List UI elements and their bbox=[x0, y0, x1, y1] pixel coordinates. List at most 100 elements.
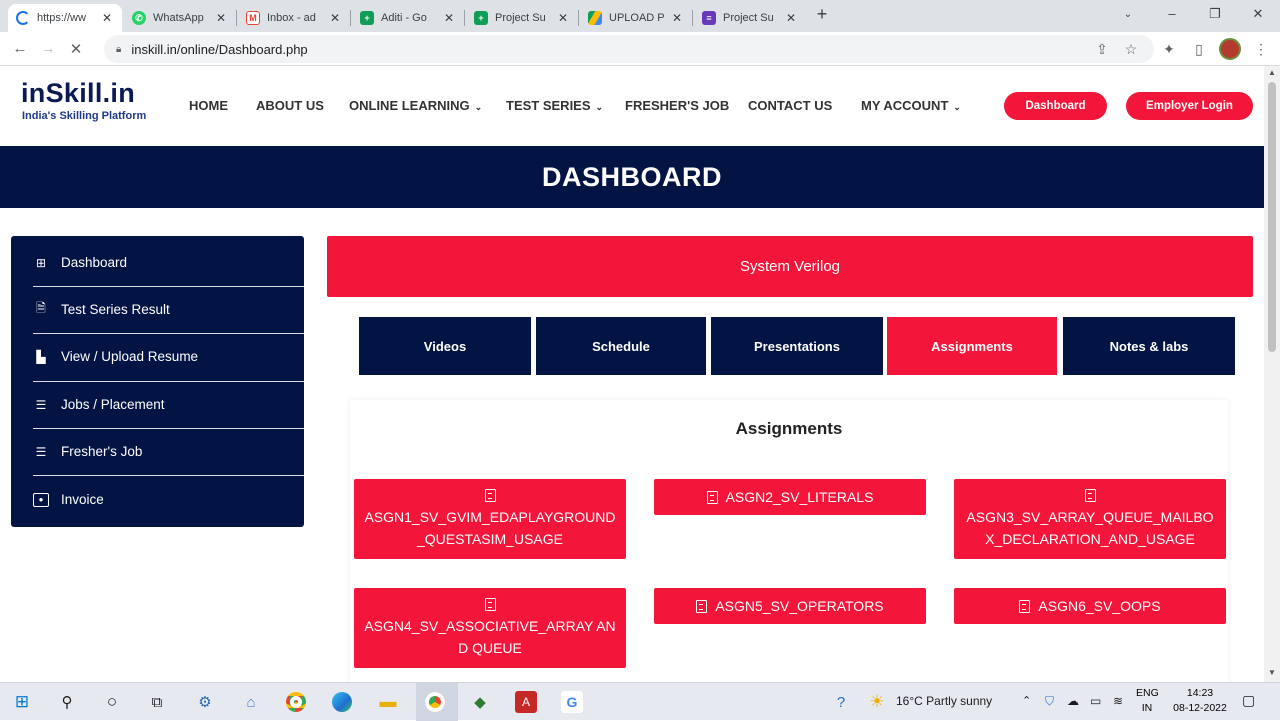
sidebar-item-invoice[interactable]: ● Invoice bbox=[11, 476, 304, 523]
scroll-up-icon[interactable]: ▲ bbox=[1266, 68, 1278, 77]
browser-tab-label: https://ww bbox=[37, 12, 86, 24]
employer-login-button[interactable]: Employer Login bbox=[1126, 92, 1253, 120]
nav-freshers-job[interactable]: FRESHER'S JOB bbox=[625, 98, 729, 113]
assignment-button[interactable]: ASGN3_SV_ARRAY_QUEUE_MAILBOX_DECLARATION… bbox=[954, 479, 1226, 559]
assignment-button[interactable]: ASGN6_SV_OOPS bbox=[954, 588, 1226, 624]
browser-tab[interactable]: + Project Su ✕ bbox=[466, 4, 578, 32]
browser-tab[interactable]: https://ww ✕ bbox=[8, 4, 122, 32]
sidebar-item-test-series-result[interactable]: 🗎︎ Test Series Result bbox=[11, 286, 304, 333]
nav-my-account[interactable]: MY ACCOUNT ⌄ bbox=[861, 98, 961, 113]
close-icon[interactable]: ✕ bbox=[214, 11, 228, 25]
scroll-down-icon[interactable]: ▼ bbox=[1266, 668, 1278, 677]
nav-contact-us[interactable]: CONTACT US bbox=[748, 98, 832, 113]
assignment-label: ASGN2_SV_LITERALS bbox=[725, 489, 874, 505]
assignment-button[interactable]: ASGN1_SV_GVIM_EDAPLAYGROUND_QUESTASIM_US… bbox=[354, 479, 626, 559]
sidebar-item-label: View / Upload Resume bbox=[61, 349, 199, 364]
file-icon bbox=[706, 490, 718, 504]
browser-tab[interactable]: UPLOAD P ✕ bbox=[580, 4, 692, 32]
clock[interactable]: 14:23 08-12-2022 bbox=[1170, 686, 1230, 716]
forward-arrow-icon[interactable]: → bbox=[38, 40, 58, 57]
gvim-icon[interactable]: ◆ bbox=[469, 691, 491, 713]
home-icon[interactable]: ⌂ bbox=[240, 691, 262, 713]
minimize-icon[interactable]: – bbox=[1162, 6, 1182, 21]
course-tabs: Videos Schedule Presentations Assignment… bbox=[359, 317, 1235, 375]
browser-tab[interactable]: ✆ WhatsApp ✕ bbox=[124, 4, 236, 32]
forms-icon: ≡ bbox=[702, 11, 716, 25]
close-icon[interactable]: ✕ bbox=[556, 11, 570, 25]
nav-about-us[interactable]: ABOUT US bbox=[256, 98, 324, 113]
app-icon[interactable]: ⚙ bbox=[194, 691, 216, 713]
weather-text[interactable]: 16°C Partly sunny bbox=[896, 694, 992, 708]
new-tab-button[interactable]: + bbox=[812, 4, 832, 25]
profile-avatar[interactable] bbox=[1219, 38, 1241, 60]
url-text: inskill.in/online/Dashboard.php bbox=[131, 41, 308, 57]
search-icon[interactable]: ⚲ bbox=[56, 691, 78, 713]
share-icon[interactable]: ⇪ bbox=[1093, 41, 1111, 58]
file-explorer-icon[interactable]: ▬ bbox=[377, 691, 399, 713]
sidebar-item-freshers-job[interactable]: ☰ Fresher's Job bbox=[11, 428, 304, 475]
tab-assignments[interactable]: Assignments bbox=[887, 317, 1057, 375]
address-bar[interactable]: 🔒︎ inskill.in/online/Dashboard.php bbox=[104, 35, 1154, 63]
chrome-active-icon[interactable] bbox=[424, 691, 446, 713]
logo-name: inSkill.in bbox=[21, 78, 136, 108]
nav-home[interactable]: HOME bbox=[189, 98, 228, 113]
tab-schedule[interactable]: Schedule bbox=[536, 317, 706, 375]
nav-online-learning[interactable]: ONLINE LEARNING ⌄ bbox=[349, 98, 482, 113]
help-icon[interactable]: ? bbox=[830, 691, 852, 713]
tab-search-chevron-icon[interactable]: ⌄ bbox=[1118, 9, 1138, 20]
browser-tab-label: UPLOAD P bbox=[609, 12, 665, 24]
close-icon[interactable]: ✕ bbox=[100, 11, 114, 25]
google-app-icon[interactable]: G bbox=[561, 691, 583, 713]
browser-tab[interactable]: ≡ Project Su ✕ bbox=[694, 4, 806, 32]
browser-tab[interactable]: + Aditi - Go ✕ bbox=[352, 4, 464, 32]
acrobat-icon[interactable]: A bbox=[515, 691, 537, 713]
tab-notes-labs[interactable]: Notes & labs bbox=[1063, 317, 1235, 375]
extensions-puzzle-icon[interactable]: ✦ bbox=[1160, 41, 1178, 58]
chrome-icon[interactable] bbox=[285, 691, 307, 713]
file-icon: ▙ bbox=[36, 349, 46, 364]
list-icon: ☰ bbox=[35, 397, 47, 412]
language-indicator[interactable]: ENG IN bbox=[1136, 686, 1159, 716]
windows-start-icon[interactable]: ⊞ bbox=[11, 691, 33, 713]
edge-icon[interactable] bbox=[331, 691, 353, 713]
course-title-bar: System Verilog bbox=[327, 236, 1253, 297]
scrollbar-thumb[interactable] bbox=[1268, 82, 1276, 352]
assignment-button[interactable]: ASGN4_SV_ASSOCIATIVE_ARRAY AND QUEUE bbox=[354, 588, 626, 668]
battery-icon[interactable]: ▭ bbox=[1090, 694, 1101, 708]
close-icon[interactable]: ✕ bbox=[670, 11, 684, 25]
tray-chevron-up-icon[interactable]: ⌃ bbox=[1022, 694, 1031, 707]
security-shield-icon[interactable]: ⛉ bbox=[1045, 694, 1054, 709]
bookmark-star-icon[interactable]: ☆ bbox=[1122, 41, 1140, 58]
cortana-icon[interactable]: ○ bbox=[101, 691, 123, 713]
restore-icon[interactable]: ❐ bbox=[1205, 6, 1225, 22]
site-header: inSkill.in India's Skilling Platform HOM… bbox=[0, 66, 1264, 146]
cloud-icon[interactable]: ☁ bbox=[1067, 694, 1079, 708]
dashboard-button[interactable]: Dashboard bbox=[1004, 92, 1107, 120]
assignment-button[interactable]: ASGN5_SV_OPERATORS bbox=[654, 588, 926, 624]
sidebar-item-dashboard[interactable]: ⊞ Dashboard bbox=[11, 239, 304, 286]
assignment-button[interactable]: ASGN2_SV_LITERALS bbox=[654, 479, 926, 515]
nav-test-series[interactable]: TEST SERIES ⌄ bbox=[506, 98, 603, 113]
site-logo[interactable]: inSkill.in India's Skilling Platform bbox=[21, 78, 146, 122]
close-icon[interactable]: ✕ bbox=[328, 11, 342, 25]
close-icon[interactable]: ✕ bbox=[442, 11, 456, 25]
sidebar-item-view-upload-resume[interactable]: ▙ View / Upload Resume bbox=[11, 333, 304, 380]
tab-presentations[interactable]: Presentations bbox=[711, 317, 883, 375]
windows-taskbar: ⊞ ⚲ ○ ⧉ ⚙ ⌂ ▬ ◆ A G ? ☀ 16°C Partly sunn… bbox=[0, 682, 1280, 721]
side-panel-icon[interactable]: ▯ bbox=[1190, 41, 1208, 58]
gmail-icon: M bbox=[246, 11, 260, 25]
notifications-icon[interactable]: ▢ bbox=[1242, 692, 1255, 709]
browser-tab[interactable]: M Inbox - ad ✕ bbox=[238, 4, 350, 32]
sidebar-item-label: Jobs / Placement bbox=[61, 397, 165, 412]
tab-videos[interactable]: Videos bbox=[359, 317, 531, 375]
task-view-icon[interactable]: ⧉ bbox=[146, 691, 168, 713]
wifi-icon[interactable]: ≋ bbox=[1113, 694, 1123, 708]
assignments-panel: Assignments ASGN1_SV_GVIM_EDAPLAYGROUND_… bbox=[350, 400, 1228, 690]
back-arrow-icon[interactable]: ← bbox=[10, 40, 30, 57]
stop-loading-icon[interactable]: ✕ bbox=[66, 40, 86, 58]
more-menu-icon[interactable]: ⋮ bbox=[1252, 41, 1270, 58]
close-icon[interactable]: ✕ bbox=[784, 11, 798, 25]
assignment-label: ASGN4_SV_ASSOCIATIVE_ARRAY AND QUEUE bbox=[364, 617, 616, 656]
window-close-icon[interactable]: ✕ bbox=[1248, 6, 1268, 22]
sidebar-item-jobs-placement[interactable]: ☰ Jobs / Placement bbox=[11, 381, 304, 428]
